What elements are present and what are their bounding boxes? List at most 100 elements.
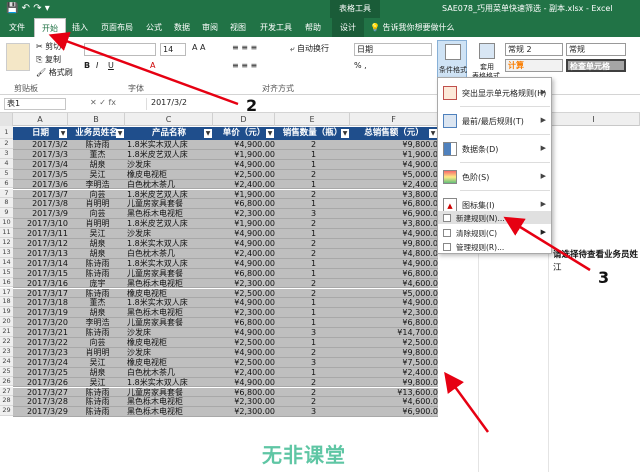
table-cell[interactable]: ¥1,900.0 (352, 150, 438, 160)
row-header[interactable]: 8 (0, 198, 13, 209)
tab-help[interactable]: 帮助 (300, 18, 326, 37)
table-cell[interactable]: 2017/3/21 (15, 328, 68, 338)
table-row[interactable]: 2017/3/11 吴江 沙发床 ¥4,900.00 1 ¥4,900.0 (13, 229, 438, 239)
table-cell[interactable]: 1.8米皮艺双人床 (127, 190, 213, 200)
table-cell[interactable]: ¥4,600.0 (352, 397, 438, 407)
table-cell[interactable]: 白色枕木茶几 (127, 249, 213, 259)
row-header[interactable]: 7 (0, 188, 13, 199)
table-cell[interactable]: 2017/3/14 (15, 259, 68, 269)
table-cell[interactable]: 2017/3/17 (15, 289, 68, 299)
table-cell[interactable]: ¥6,800.0 (352, 269, 438, 279)
format-as-table-button[interactable]: 套用 表格格式 (472, 40, 502, 82)
table-cell[interactable]: 陈诗雨 (70, 289, 125, 299)
align-center-icon[interactable]: ≡ ≡ ≡ (232, 61, 257, 70)
table-row[interactable]: 2017/3/16 庞宇 黑色栎木电视柜 ¥2,300.00 2 ¥4,600.0 (13, 278, 438, 289)
tab-developer[interactable]: 开发工具 (256, 18, 296, 37)
table-cell[interactable]: ¥1,900.00 (215, 219, 275, 229)
copy-button[interactable]: ⎘ 复制 (36, 54, 61, 65)
table-cell[interactable]: 黑色栎木电视柜 (127, 209, 213, 219)
table-row[interactable]: 2017/3/10 肖明明 1.8米皮艺双人床 ¥1,900.00 2 ¥3,800.0 (13, 219, 438, 230)
table-cell[interactable]: 2017/3/22 (15, 338, 68, 348)
conditional-format-button[interactable]: 条件格式 (437, 40, 467, 82)
filter-dropdown-icon[interactable]: ▼ (204, 129, 212, 138)
number-format-box[interactable]: 日期 (354, 43, 432, 56)
row-header[interactable]: 18 (0, 297, 13, 308)
style-normal[interactable]: 常规 (566, 43, 626, 56)
table-cell[interactable]: 2017/3/3 (15, 150, 68, 160)
row-header[interactable]: 27 (0, 386, 13, 397)
table-cell[interactable]: ¥4,600.0 (352, 279, 438, 289)
row-header[interactable]: 2 (0, 139, 13, 149)
table-cell[interactable]: 李明浩 (70, 318, 125, 328)
table-cell[interactable]: ¥2,300.00 (215, 308, 275, 318)
table-cell[interactable]: 儿童房家具套餐 (127, 269, 213, 279)
table-cell[interactable]: ¥6,900.0 (352, 407, 438, 417)
table-cell[interactable]: 向芸 (70, 338, 125, 348)
row-header[interactable]: 4 (0, 158, 13, 169)
row-header[interactable]: 21 (0, 327, 13, 337)
table-cell[interactable]: 儿童房家具套餐 (127, 318, 213, 328)
table-cell[interactable]: 2017/3/2 (15, 140, 68, 150)
row-header[interactable]: 10 (0, 218, 13, 229)
table-cell[interactable]: ¥2,500.00 (215, 338, 275, 348)
table-cell[interactable]: 2017/3/9 (15, 209, 68, 219)
column-header[interactable]: D (213, 113, 275, 126)
table-cell[interactable]: ¥4,900.00 (215, 298, 275, 308)
table-cell[interactable]: 黑色栎木电视柜 (127, 397, 213, 407)
table-cell[interactable]: 吴江 (70, 170, 125, 180)
table-cell[interactable]: ¥9,800.0 (352, 140, 438, 150)
table-cell[interactable]: ¥2,400.00 (215, 249, 275, 259)
table-cell[interactable]: ¥4,900.00 (215, 160, 275, 170)
table-cell[interactable]: 1.8米皮艺双人床 (127, 150, 213, 160)
tab-review[interactable]: 审阅 (198, 18, 222, 37)
row-header[interactable]: 1 (0, 126, 13, 139)
table-cell[interactable]: 2017/3/18 (15, 298, 68, 308)
table-cell[interactable]: 肖明明 (70, 219, 125, 229)
table-cell[interactable]: 胡泉 (70, 239, 125, 249)
table-cell[interactable]: 2017/3/26 (15, 378, 68, 388)
table-cell[interactable]: ¥4,900.00 (215, 348, 275, 358)
header-cell[interactable]: 产品名称 ▼ (125, 127, 213, 140)
cancel-enter-icon[interactable]: ✕ ✓ fx (90, 98, 116, 107)
table-row[interactable]: 2017/3/6 李明浩 白色枕木茶几 ¥2,400.00 1 ¥2,400.0 (13, 179, 438, 190)
tell-me-box[interactable]: 💡 告诉我你想要做什么 (370, 18, 490, 37)
table-cell[interactable]: 2017/3/20 (15, 318, 68, 328)
table-cell[interactable]: ¥4,900.00 (215, 328, 275, 338)
row-header[interactable]: 22 (0, 337, 13, 347)
table-cell[interactable]: 沙发床 (127, 328, 213, 338)
table-cell[interactable]: ¥3,800.0 (352, 190, 438, 200)
table-cell[interactable]: 2 (277, 140, 350, 150)
table-cell[interactable]: ¥2,500.00 (215, 358, 275, 368)
table-row[interactable]: 2017/3/20 李明浩 儿童房家具套餐 ¥6,800.00 1 ¥6,800.0 (13, 318, 438, 329)
font-color-icon[interactable]: A (150, 61, 155, 70)
row-header[interactable]: 24 (0, 356, 13, 367)
table-cell[interactable]: 1 (277, 259, 350, 269)
table-cell[interactable]: 2 (277, 279, 350, 289)
formula-input[interactable]: 2017/3/2 (146, 98, 636, 110)
table-cell[interactable]: ¥1,900.00 (215, 190, 275, 200)
table-cell[interactable]: ¥2,500.0 (352, 338, 438, 348)
table-cell[interactable]: 向芸 (70, 190, 125, 200)
table-cell[interactable]: 白色枕木茶几 (127, 180, 213, 190)
table-cell[interactable]: 董杰 (70, 150, 125, 160)
filter-dropdown-icon[interactable]: ▼ (341, 129, 349, 138)
row-header[interactable]: 6 (0, 178, 13, 189)
table-cell[interactable]: 1 (277, 368, 350, 378)
tab-design[interactable]: 设计 (332, 18, 364, 37)
menu-item-highlight-rules[interactable]: 突出显示单元格规则(H) ▶ (438, 82, 551, 104)
table-cell[interactable]: ¥6,800.0 (352, 199, 438, 209)
column-header[interactable]: E (275, 113, 350, 126)
table-cell[interactable]: 2017/3/5 (15, 170, 68, 180)
header-cell[interactable]: 总销售额（元） ▼ (350, 127, 438, 140)
table-cell[interactable]: 2 (277, 219, 350, 229)
table-cell[interactable]: 沙发床 (127, 160, 213, 170)
table-cell[interactable]: 2017/3/10 (15, 219, 68, 229)
column-header[interactable]: C (125, 113, 213, 126)
table-cell[interactable]: 陈诗雨 (70, 397, 125, 407)
table-cell[interactable]: 2 (277, 190, 350, 200)
table-cell[interactable]: 儿童房家具套餐 (127, 199, 213, 209)
table-row[interactable]: 2017/3/7 向芸 1.8米皮艺双人床 ¥1,900.00 2 ¥3,800.0 (13, 189, 438, 200)
table-cell[interactable]: ¥4,900.0 (352, 259, 438, 269)
table-cell[interactable]: ¥9,800.0 (352, 378, 438, 388)
table-cell[interactable]: 1 (277, 229, 350, 239)
